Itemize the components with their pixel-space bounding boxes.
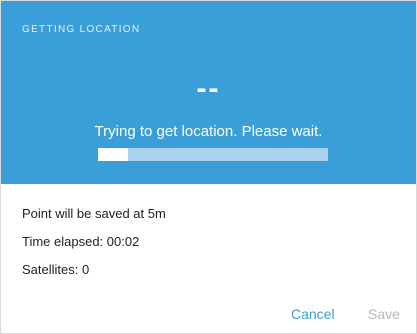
progress-bar (98, 148, 328, 161)
dialog-header: GETTING LOCATION -- Trying to get locati… (1, 1, 416, 184)
status-message: Trying to get location. Please wait. (94, 123, 323, 140)
accuracy-readout: -- (196, 72, 221, 105)
satellites-text: Satellites: 0 (22, 262, 90, 277)
dialog-actions: Cancel Save (1, 306, 416, 326)
location-dialog: GETTING LOCATION -- Trying to get locati… (0, 0, 417, 334)
time-elapsed-text: Time elapsed: 00:02 (22, 234, 140, 249)
cancel-button[interactable]: Cancel (291, 306, 335, 322)
progress-bar-fill (98, 148, 128, 161)
dialog-title: GETTING LOCATION (22, 24, 141, 35)
save-point-text: Point will be saved at 5m (22, 206, 166, 221)
save-button[interactable]: Save (368, 306, 400, 322)
